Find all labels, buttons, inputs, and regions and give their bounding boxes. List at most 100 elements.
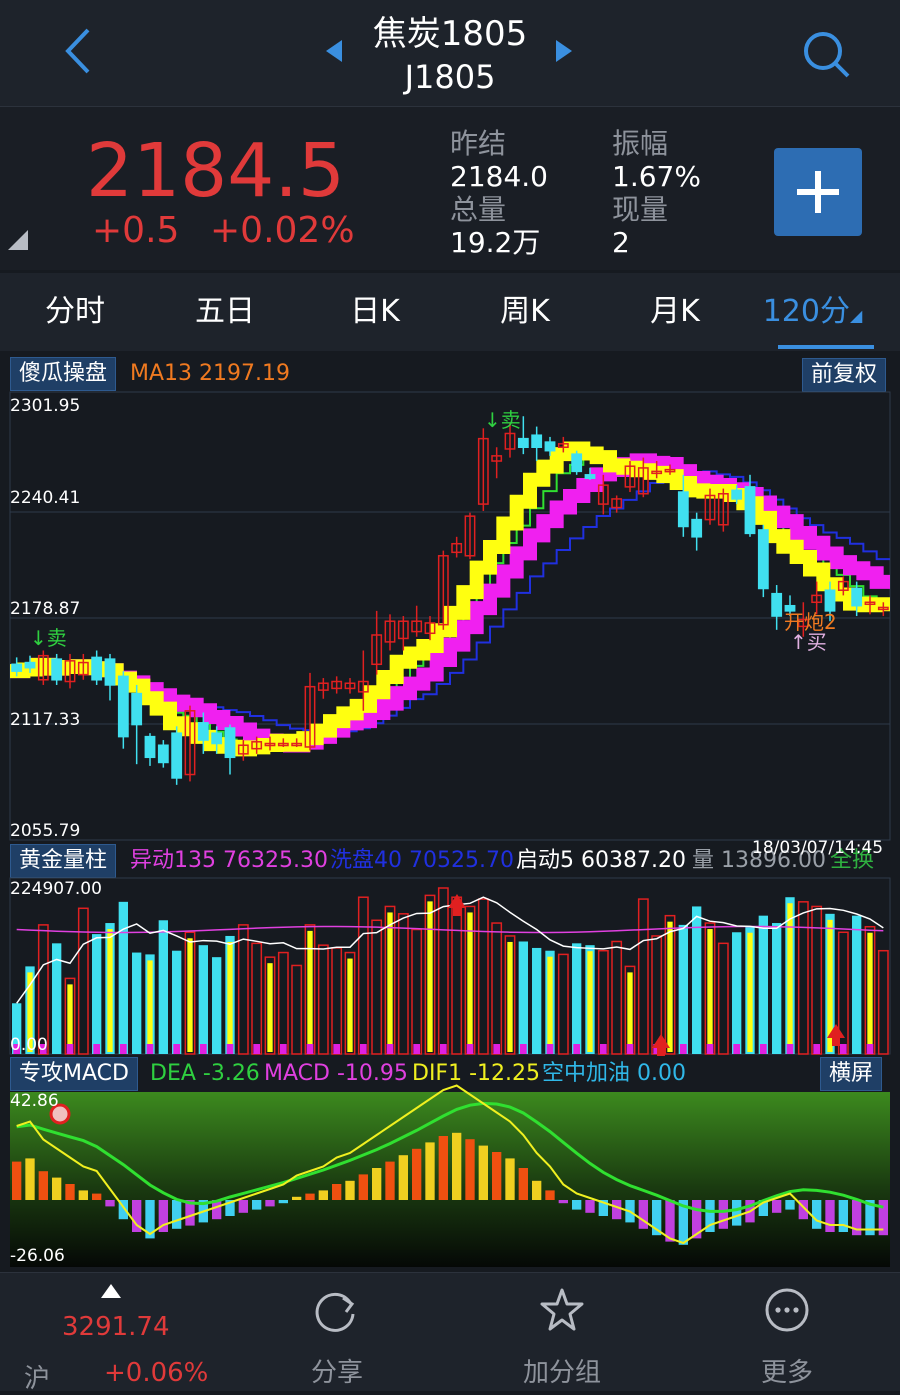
volume-base-mark <box>146 1044 154 1054</box>
volume-bar <box>277 951 289 1055</box>
golden-bar <box>67 984 73 1052</box>
volume-bar <box>411 928 423 1055</box>
macd-bar <box>92 1193 102 1200</box>
volume-bar <box>251 942 263 1055</box>
macd-bar <box>278 1200 288 1204</box>
volume-base-mark <box>413 1044 420 1054</box>
buy-signal: ↑买 <box>790 630 827 654</box>
volume-bar <box>132 952 142 1054</box>
golden-bar <box>347 958 353 1052</box>
volume-base-mark <box>360 1044 367 1054</box>
macd-bar <box>292 1196 302 1200</box>
volume-bar <box>611 940 623 1055</box>
index-name: 沪 <box>24 1364 51 1394</box>
volume-bar <box>758 915 768 1054</box>
volume-base-mark <box>386 1044 394 1054</box>
up-arrow-marker <box>448 894 466 916</box>
volume-base-mark <box>253 1044 260 1054</box>
volume-base-mark <box>733 1044 740 1054</box>
volume-bar <box>77 907 89 1055</box>
candle-body <box>731 489 743 500</box>
macd-bar <box>238 1200 248 1213</box>
macd-bar <box>772 1200 782 1213</box>
macd-bar <box>38 1171 48 1200</box>
macd-bar <box>825 1200 835 1232</box>
share-icon[interactable] <box>313 1288 359 1332</box>
share-label[interactable]: 分享 <box>267 1352 407 1389</box>
volume-base-mark <box>706 1044 714 1054</box>
volume-bar <box>637 898 649 1055</box>
y-label-bottom: 2055.79 <box>10 821 81 841</box>
golden-bar <box>627 972 633 1052</box>
volume-bar <box>797 901 809 1055</box>
vol-y-bottom: 0.00 <box>10 1035 48 1055</box>
volume-base-mark <box>280 1044 287 1054</box>
add-group-label[interactable]: 加分组 <box>492 1352 632 1389</box>
star-icon[interactable] <box>538 1286 586 1334</box>
volume-base-mark <box>520 1044 527 1054</box>
volume-bar <box>477 898 489 1055</box>
index-up-icon <box>101 1284 121 1298</box>
candle-body <box>197 722 209 741</box>
volume-bar <box>852 915 862 1054</box>
candle-body <box>677 491 689 528</box>
volume-base-mark <box>813 1044 820 1054</box>
volume-bars <box>12 887 889 1055</box>
macd-bar <box>412 1148 422 1200</box>
volume-bar <box>118 901 128 1054</box>
more-icon[interactable] <box>764 1287 810 1333</box>
macd-bar <box>398 1155 408 1200</box>
macd-bar <box>785 1200 795 1210</box>
macd-bar <box>518 1168 528 1200</box>
macd-bar <box>372 1168 382 1200</box>
macd-bar <box>732 1200 742 1226</box>
macd-bar <box>78 1190 88 1200</box>
golden-bar <box>107 929 113 1052</box>
index-value[interactable]: 3291.74 <box>62 1312 170 1342</box>
volume-base-mark <box>173 1044 180 1054</box>
candle-body <box>11 663 23 672</box>
macd-bar <box>105 1200 115 1207</box>
macd-bar <box>638 1200 648 1229</box>
volume-bar <box>198 945 208 1054</box>
volume-base-mark <box>466 1044 474 1054</box>
volume-bar <box>92 934 102 1054</box>
volume-bar <box>518 941 528 1054</box>
candle-body <box>531 434 543 449</box>
sell-signal-1: ↓卖 <box>30 626 67 650</box>
macd-bar <box>452 1132 462 1200</box>
golden-bar <box>747 932 753 1052</box>
macd-bar <box>532 1180 542 1200</box>
macd-bar <box>52 1177 62 1200</box>
candle-body <box>757 529 769 590</box>
volume-bar <box>172 950 182 1054</box>
kline-chart[interactable] <box>0 0 900 1272</box>
volume-panel-frame <box>9 877 891 1055</box>
vol-y-top: 224907.00 <box>10 879 102 899</box>
macd-bar <box>545 1190 555 1200</box>
volume-bar <box>678 924 688 1054</box>
volume-base-mark <box>626 1044 634 1054</box>
candle-body <box>171 732 183 779</box>
candle-body <box>517 437 529 449</box>
macd-bar <box>505 1158 515 1200</box>
golden-bar <box>147 960 153 1052</box>
candle-body <box>691 518 703 538</box>
macd-bar <box>585 1200 595 1213</box>
candle-body <box>571 453 583 473</box>
macd-bar <box>305 1193 315 1200</box>
volume-base-mark <box>440 1044 447 1054</box>
more-label[interactable]: 更多 <box>717 1352 857 1389</box>
volume-bar <box>451 896 463 1055</box>
candle-body <box>584 474 596 480</box>
volume-bar <box>597 949 609 1055</box>
volume-bar <box>371 919 383 1055</box>
macd-bar <box>385 1161 395 1200</box>
volume-base-mark <box>840 1044 847 1054</box>
candle-body <box>24 661 36 669</box>
candle-body <box>144 735 156 759</box>
macd-y-top: 42.86 <box>10 1091 59 1111</box>
macd-bar <box>465 1139 475 1200</box>
sell-signal-2: ↓卖 <box>484 408 521 432</box>
volume-bar <box>557 953 569 1055</box>
